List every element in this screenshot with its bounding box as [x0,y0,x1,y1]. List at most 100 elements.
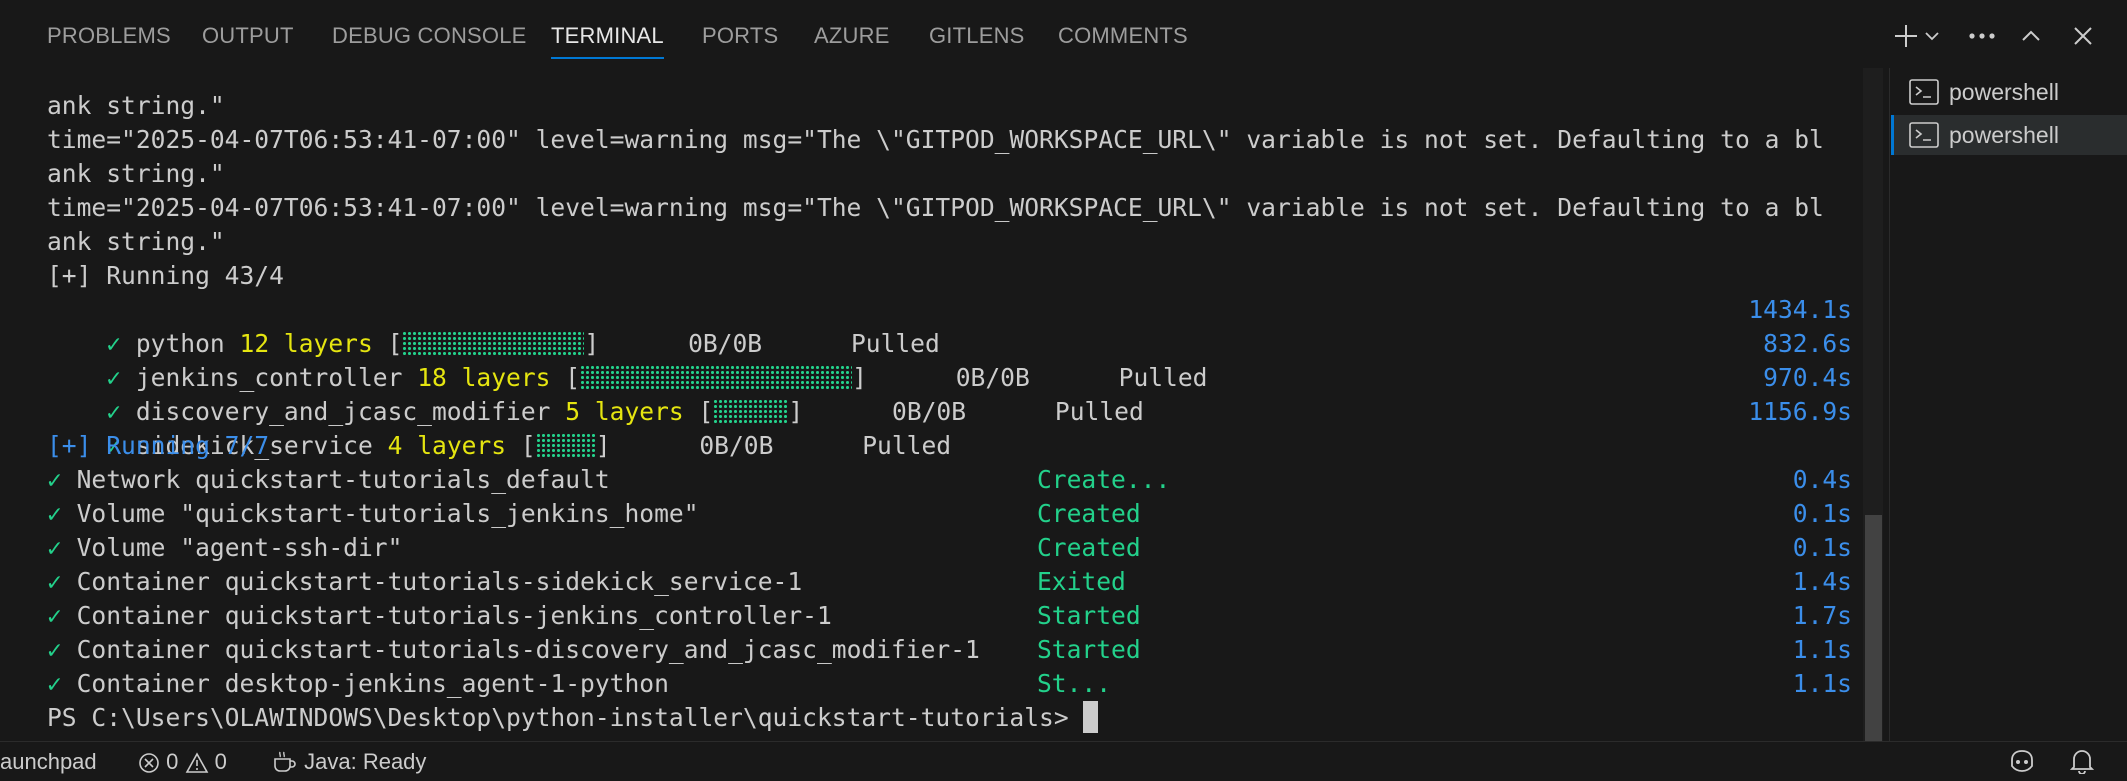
terminal-icon [1909,79,1939,105]
prompt-line[interactable]: PS C:\Users\OLAWINDOWS\Desktop\python-in… [47,701,1099,735]
tab-azure[interactable]: AZURE [814,22,890,50]
resource-name: Container quickstart-tutorials-jenkins_c… [76,601,832,630]
resource-row: ✓ Container quickstart-tutorials-discove… [47,633,980,667]
terminal-list-item[interactable]: powershell [1891,72,2127,112]
log-line: time="2025-04-07T06:53:41-07:00" level=w… [47,125,1824,154]
problems-status[interactable]: 0 0 [138,748,227,776]
pull-row: ✓ python 12 layers [] 0B/0B Pulled [47,293,940,358]
error-icon [139,753,159,773]
copilot-button[interactable] [2008,748,2036,776]
terminal-icon [1909,122,1939,148]
notifications-button[interactable] [2069,748,2095,776]
resource-row: ✓ Container quickstart-tutorials-jenkins… [47,599,832,633]
tab-terminal[interactable]: TERMINAL [551,22,664,59]
resource-status: Created [1037,499,1141,528]
progress-bar [535,433,596,459]
check-icon: ✓ [47,635,62,664]
terminal-output[interactable]: ank string." time="2025-04-07T06:53:41-0… [0,88,1858,733]
resource-time: 0.1s [1792,499,1852,528]
run-header: [+] Running 7/7 [47,431,270,460]
log-line: ank string." [47,227,225,256]
resource-row: ✓ Container desktop-jenkins_agent-1-pyth… [47,667,669,701]
status-bar: aunchpad 0 0 Java: Ready [0,741,2127,781]
pull-row: ✓ jenkins_controller 18 layers [] 0B/0B … [47,327,1207,392]
close-icon [2074,27,2092,45]
error-count: 0 [166,749,179,774]
chevron-up-icon [2022,30,2040,41]
resource-status: St... [1037,669,1112,698]
terminal-list-label: powershell [1949,78,2059,105]
bell-icon [2069,750,2095,775]
terminal-profile-dropdown[interactable] [1917,16,1947,56]
pull-header: [+] Running 43/4 [47,261,284,290]
resource-row: ✓ Network quickstart-tutorials_default [47,463,610,497]
resource-status: Started [1037,601,1141,630]
check-icon: ✓ [47,669,62,698]
check-icon: ✓ [47,499,62,528]
resource-name: Network quickstart-tutorials_default [76,465,610,494]
warning-count: 0 [214,749,227,774]
chevron-down-icon [1925,32,1939,41]
resource-time: 1.7s [1792,601,1852,630]
pull-time: 1156.9s [1748,397,1852,426]
bar-open: [ [520,431,536,460]
prompt: PS C:\Users\OLAWINDOWS\Desktop\python-in… [47,703,1084,732]
resource-name: Volume "quickstart-tutorials_jenkins_hom… [76,499,699,528]
pull-time: 970.4s [1763,363,1852,392]
resource-row: ✓ Container quickstart-tutorials-sidekic… [47,565,802,599]
warning-icon [185,752,208,773]
close-panel-button[interactable] [2063,16,2103,56]
launchpad-status[interactable]: aunchpad [0,748,97,776]
tab-gitlens[interactable]: GITLENS [929,22,1025,50]
resource-row: ✓ Volume "quickstart-tutorials_jenkins_h… [47,497,699,531]
coffee-cup-icon [274,751,296,772]
bar-close: ] [595,431,611,460]
java-status[interactable]: Java: Ready [272,748,426,776]
resource-time: 0.1s [1792,533,1852,562]
plus-icon [1895,25,1917,47]
pull-status: Pulled [862,431,952,460]
resource-status: Created [1037,533,1141,562]
log-line: time="2025-04-07T06:53:41-07:00" level=w… [47,193,1824,222]
more-actions-button[interactable] [1962,16,2002,56]
java-status-label: Java: Ready [304,749,427,774]
log-line: ank string." [47,91,225,120]
tab-comments[interactable]: COMMENTS [1058,22,1188,50]
cursor [1083,701,1099,733]
pull-time: 832.6s [1763,329,1852,358]
pull-size: 0B/0B [699,431,774,460]
pull-time: 1434.1s [1748,295,1852,324]
resource-time: 1.4s [1792,567,1852,596]
check-icon: ✓ [47,567,62,596]
resource-time: 1.1s [1792,635,1852,664]
terminal-list-label: powershell [1949,121,2059,148]
pull-row: ✓ sidekick_service 4 layers [] 0B/0B Pul… [47,395,951,460]
ellipsis-icon [1969,33,1995,39]
tab-output[interactable]: OUTPUT [202,22,294,50]
panel-tab-bar: PROBLEMS OUTPUT DEBUG CONSOLE TERMINAL P… [0,0,2127,70]
terminal-list-item-active[interactable]: powershell [1891,115,2127,155]
resource-row: ✓ Volume "agent-ssh-dir" [47,531,402,565]
resource-name: Container quickstart-tutorials-discovery… [76,635,980,664]
terminal-scrollbar-thumb[interactable] [1865,515,1882,741]
check-icon: ✓ [47,533,62,562]
resource-status: Create... [1037,465,1171,494]
pull-row: ✓ discovery_and_jcasc_modifier 5 layers … [47,361,1144,426]
check-icon: ✓ [47,465,62,494]
log-line: ank string." [47,159,225,188]
resource-status: Exited [1037,567,1126,596]
maximize-panel-button[interactable] [2011,16,2051,56]
terminal-list [1889,68,2127,741]
layer-count: 4 layers [387,431,507,460]
tab-debug-console[interactable]: DEBUG CONSOLE [332,22,527,50]
copilot-icon [2011,750,2033,772]
resource-time: 0.4s [1792,465,1852,494]
resource-name: Volume "agent-ssh-dir" [76,533,403,562]
tab-problems[interactable]: PROBLEMS [47,22,171,50]
resource-name: Container desktop-jenkins_agent-1-python [76,669,669,698]
resource-name: Container quickstart-tutorials-sidekick_… [76,567,803,596]
resource-time: 1.1s [1792,669,1852,698]
pull-status: Pulled [1054,397,1144,426]
tab-ports[interactable]: PORTS [702,22,778,50]
resource-status: Started [1037,635,1141,664]
